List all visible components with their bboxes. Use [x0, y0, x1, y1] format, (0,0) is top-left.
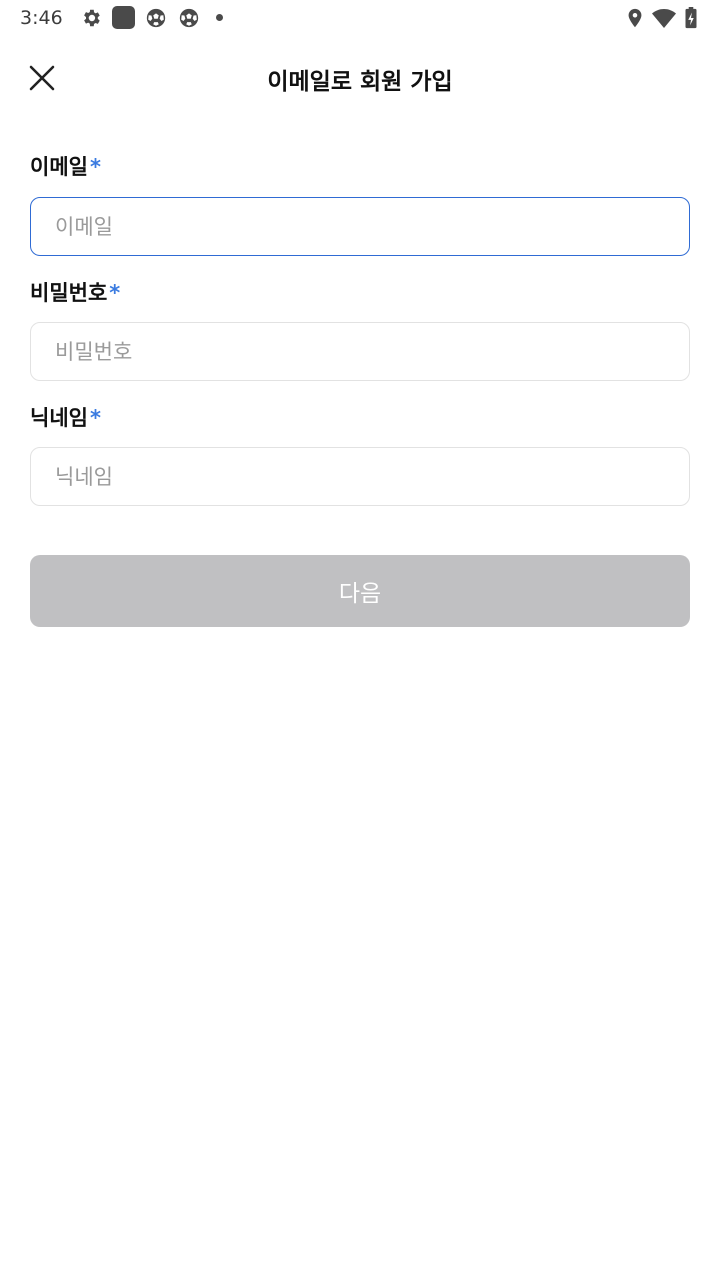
nickname-field-box — [30, 447, 690, 506]
required-mark: * — [109, 281, 121, 305]
email-label-text: 이메일 — [30, 155, 88, 179]
location-icon — [628, 8, 642, 28]
required-mark: * — [89, 155, 101, 179]
app-bar: 이메일로 회원 가입 — [0, 48, 720, 108]
nickname-label-text: 닉네임 — [30, 406, 88, 430]
password-field-box — [30, 322, 690, 381]
next-button[interactable]: 다음 — [30, 555, 690, 627]
status-time: 3:46 — [20, 7, 63, 29]
password-label: 비밀번호* — [30, 277, 120, 307]
required-mark: * — [89, 406, 101, 430]
dot-icon — [216, 14, 223, 21]
app-square-icon — [112, 6, 135, 29]
email-field-box — [30, 197, 690, 256]
gear-icon — [84, 9, 100, 27]
battery-icon — [685, 7, 697, 29]
page-title: 이메일로 회원 가입 — [267, 69, 453, 95]
email-label: 이메일* — [30, 151, 101, 181]
nickname-label: 닉네임* — [30, 402, 101, 432]
email-input[interactable] — [31, 198, 689, 255]
soccer-ball-icon — [146, 8, 166, 28]
wifi-icon — [652, 9, 676, 28]
password-label-text: 비밀번호 — [30, 281, 108, 305]
soccer-ball-icon — [179, 8, 199, 28]
status-bar: 3:46 — [0, 0, 720, 36]
nickname-input[interactable] — [31, 448, 689, 505]
password-input[interactable] — [31, 323, 689, 380]
